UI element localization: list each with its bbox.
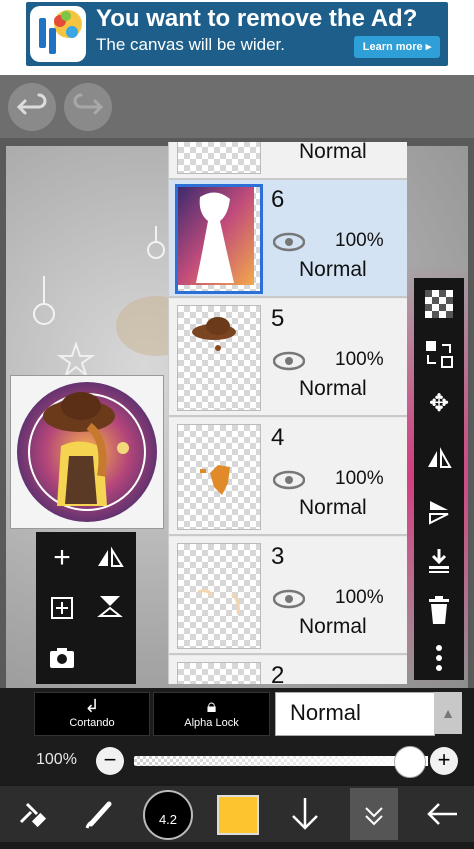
undo-icon	[16, 93, 47, 115]
opacity-slider-fill	[134, 756, 428, 766]
back-button[interactable]	[418, 790, 468, 838]
layer-opacity: 100%	[335, 349, 384, 370]
undo-button[interactable]	[8, 83, 56, 131]
move-button[interactable]: ✥	[414, 384, 464, 424]
layer-thumbnail	[177, 424, 261, 530]
layer-blend-mode: Normal	[299, 142, 367, 163]
merge-down-button[interactable]	[414, 540, 464, 580]
tools-icon	[19, 802, 47, 828]
layer-opacity: 100%	[335, 468, 384, 489]
eye-icon[interactable]	[273, 232, 305, 252]
layer-row[interactable]: 3 100% Normal	[169, 537, 407, 655]
layer-opacity: 100%	[335, 587, 384, 608]
merge-button[interactable]	[90, 586, 130, 626]
opacity-label: 100%	[36, 751, 77, 768]
layer-row[interactable]: 2	[169, 656, 407, 684]
brush-button[interactable]	[74, 790, 124, 838]
layer-number: 3	[271, 543, 285, 570]
flip-horizontal-icon	[428, 447, 452, 468]
layer-row-selected[interactable]: 6 100% Normal	[169, 180, 407, 298]
trash-icon	[429, 596, 449, 624]
layer-tools-panel: +	[36, 532, 136, 684]
layer-row[interactable]: Normal	[169, 142, 407, 180]
back-arrow-icon	[427, 803, 457, 825]
merge-icon	[97, 596, 123, 617]
add-layer-button[interactable]: +	[42, 538, 82, 578]
layers-panel[interactable]: Normal 6 100% Normal 5 100% Normal 4 100…	[168, 142, 407, 684]
artwork-thumbnail	[17, 382, 157, 522]
flip-icon	[98, 546, 124, 567]
ad-title: You want to remove the Ad?	[96, 5, 418, 32]
arrow-down-button[interactable]	[280, 790, 330, 838]
flip-vertical-icon	[429, 501, 449, 525]
layer-blend-mode: Normal	[299, 377, 367, 400]
layer-number: 4	[271, 424, 285, 451]
layer-icon	[365, 807, 383, 826]
layer-thumbnail	[177, 142, 261, 174]
flip-layer-button[interactable]	[90, 538, 130, 578]
swap-button[interactable]	[414, 334, 464, 374]
brush-size-value: 4.2	[158, 812, 178, 827]
brush-icon	[85, 801, 112, 829]
layer-number: 5	[271, 305, 285, 332]
opacity-increase-button[interactable]: +	[430, 747, 458, 775]
eye-icon[interactable]	[273, 470, 305, 490]
redo-button[interactable]	[64, 83, 112, 131]
layer-thumbnail	[177, 305, 261, 411]
alpha-lock-label: Alpha Lock	[184, 717, 239, 729]
delete-layer-button[interactable]	[414, 590, 464, 630]
layer-blend-mode: Normal	[299, 496, 367, 519]
redo-icon	[73, 93, 104, 115]
layer-blend-mode: Normal	[299, 615, 367, 638]
layer-button[interactable]	[350, 788, 398, 840]
tools-button[interactable]	[8, 790, 58, 838]
opacity-decrease-button[interactable]: −	[96, 747, 124, 775]
camera-icon	[50, 648, 74, 668]
layer-row[interactable]: 5 100% Normal	[169, 299, 407, 417]
flip-vertical-button[interactable]	[414, 492, 464, 532]
ibispaint-logo-icon	[30, 6, 86, 62]
plus-icon: +	[437, 747, 451, 772]
clipping-label: Cortando	[69, 717, 115, 729]
flip-horizontal-button[interactable]	[414, 438, 464, 478]
plus-icon: +	[53, 541, 71, 574]
color-swatch-button[interactable]	[217, 795, 259, 835]
layer-row[interactable]: 4 100% Normal	[169, 418, 407, 536]
copy-layer-button[interactable]	[42, 586, 82, 626]
alpha-lock-icon: 🔒︎	[206, 696, 217, 716]
arrow-down-icon	[292, 798, 318, 830]
more-vert-icon	[436, 645, 442, 671]
layer-opacity: 100%	[335, 230, 384, 251]
eye-icon[interactable]	[273, 351, 305, 371]
layer-actions-column: ✥	[414, 278, 464, 680]
move-icon: ✥	[428, 390, 450, 417]
eye-icon[interactable]	[273, 589, 305, 609]
layer-thumbnail	[177, 662, 261, 684]
camera-button[interactable]	[42, 638, 82, 678]
clipping-button[interactable]: ↲ Cortando	[34, 692, 150, 736]
layer-number: 6	[271, 186, 285, 213]
layer-thumbnail	[175, 184, 263, 294]
layer-number: 2	[271, 662, 285, 684]
copy-layer-icon	[51, 597, 73, 619]
opacity-slider-knob[interactable]	[394, 746, 426, 778]
canvas-preview-thumbnail[interactable]	[10, 375, 164, 529]
ad-subtitle: The canvas will be wider.	[96, 35, 285, 54]
layer-blend-mode: Normal	[299, 258, 367, 281]
transparent-bg-button[interactable]	[414, 284, 464, 324]
clipping-icon: ↲	[84, 696, 100, 716]
learn-more-button[interactable]: Learn more ▸	[354, 36, 440, 58]
alpha-lock-button[interactable]: 🔒︎ Alpha Lock	[153, 692, 270, 736]
blend-mode-value: Normal	[290, 700, 361, 725]
more-options-button[interactable]	[414, 638, 464, 678]
minus-icon: −	[103, 747, 117, 772]
dropdown-arrow-icon[interactable]: ▲	[434, 692, 462, 734]
swap-icon	[426, 341, 453, 368]
layer-thumbnail	[177, 543, 261, 649]
transparent-bg-icon	[425, 290, 453, 318]
merge-down-icon	[429, 549, 449, 573]
